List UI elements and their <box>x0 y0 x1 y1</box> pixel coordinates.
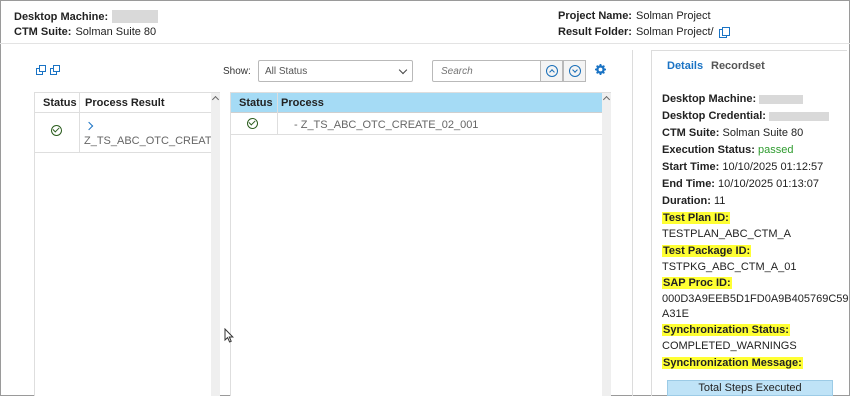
result-folder-label: Result Folder: <box>558 26 632 38</box>
project-name-label: Project Name: <box>558 10 632 22</box>
mouse-cursor-icon <box>224 328 234 343</box>
ctm-suite-value: Solman Suite 80 <box>75 26 157 38</box>
expand-all-icon[interactable] <box>36 65 46 75</box>
detail-sap-proc-id-value-cont: A31E <box>662 308 689 320</box>
collapse-all-icon[interactable] <box>50 65 60 75</box>
tab-recordset[interactable]: Recordset <box>711 60 765 72</box>
project-name-value: Solman Project <box>635 10 711 22</box>
chevron-right-icon[interactable] <box>84 121 94 131</box>
table-row[interactable]: Z_TS_ABC_OTC_CREATE <box>35 113 219 153</box>
detail-end-time: End Time: 10/10/2025 01:13:07 <box>662 178 819 190</box>
total-steps-executed-header[interactable]: Total Steps Executed <box>667 380 833 396</box>
detail-sap-proc-id-label: SAP Proc ID: <box>662 277 732 289</box>
desktop-machine-redacted <box>759 94 804 104</box>
desktop-machine-row: Desktop Machine: <box>14 10 159 23</box>
search-input[interactable] <box>432 60 541 82</box>
previous-match-button[interactable] <box>540 60 563 82</box>
gear-icon[interactable] <box>595 64 606 75</box>
execution-status-value: passed <box>757 144 794 156</box>
result-header: Desktop Machine: CTM Suite: Solman Suite… <box>0 0 850 44</box>
process-table: Status Process - Z_TS_ABC_OTC_CREATE_02_… <box>230 92 611 396</box>
ctm-suite-row: CTM Suite: Solman Suite 80 <box>14 26 156 38</box>
status-column-header[interactable]: Status <box>37 93 83 112</box>
detail-test-plan-id-label: Test Plan ID: <box>662 212 730 224</box>
passed-check-icon <box>51 125 62 136</box>
process-name: - Z_TS_ABC_OTC_CREATE_02_001 <box>294 119 479 131</box>
result-folder-row: Result Folder: Solman Project/ <box>558 26 730 38</box>
passed-check-icon <box>247 118 258 129</box>
desktop-machine-label: Desktop Machine: <box>14 10 109 23</box>
status-filter-select[interactable]: All Status <box>258 60 413 82</box>
detail-test-package-id-value: TSTPKG_ABC_CTM_A_01 <box>662 261 797 273</box>
copy-icon[interactable] <box>718 27 730 38</box>
detail-ctm-suite: CTM Suite: Solman Suite 80 <box>662 127 804 139</box>
detail-duration: Duration: 11 <box>662 195 726 207</box>
detail-sap-proc-id-value: 000D3A9EEB5D1FD0A9B405769C59 <box>662 293 849 305</box>
detail-test-plan-id-value: TESTPLAN_ABC_CTM_A <box>662 228 791 240</box>
process-column-header[interactable]: Process <box>275 93 330 112</box>
project-name-row: Project Name: Solman Project <box>558 10 711 22</box>
result-folder-value: Solman Project/ <box>635 26 714 38</box>
detail-test-package-id-label: Test Package ID: <box>662 245 752 257</box>
process-result-table: Status Process Result Z_TS_ABC_OTC_CREAT… <box>34 92 220 396</box>
process-result-name: Z_TS_ABC_OTC_CREATE <box>84 135 219 147</box>
table-row[interactable]: - Z_TS_ABC_OTC_CREATE_02_001 <box>231 113 602 135</box>
desktop-credential-redacted <box>768 111 829 121</box>
scroll-up-icon <box>211 95 220 104</box>
detail-sync-status-label: Synchronization Status: <box>662 324 790 336</box>
scroll-up-icon <box>602 95 611 104</box>
detail-sync-status-value: COMPLETED_WARNINGS <box>662 340 797 352</box>
left-table-scrollbar[interactable] <box>211 93 220 396</box>
show-label: Show: <box>223 66 251 77</box>
detail-start-time: Start Time: 10/10/2025 01:12:57 <box>662 161 824 173</box>
panel-divider <box>632 50 633 396</box>
tab-details[interactable]: Details <box>667 60 703 72</box>
detail-sync-message-label: Synchronization Message: <box>662 357 803 369</box>
detail-desktop-machine: Desktop Machine: <box>662 93 804 105</box>
detail-execution-status: Execution Status: passed <box>662 144 794 156</box>
process-table-scrollbar[interactable] <box>602 93 611 396</box>
detail-desktop-credential: Desktop Credential: <box>662 110 829 122</box>
ctm-suite-label: CTM Suite: <box>14 26 72 38</box>
chevron-down-icon <box>398 65 408 75</box>
process-result-column-header[interactable]: Process Result <box>79 93 170 112</box>
status-column-header[interactable]: Status <box>233 93 279 112</box>
status-filter-value: All Status <box>265 66 308 77</box>
next-match-button[interactable] <box>563 60 586 82</box>
desktop-machine-redacted <box>112 10 159 23</box>
